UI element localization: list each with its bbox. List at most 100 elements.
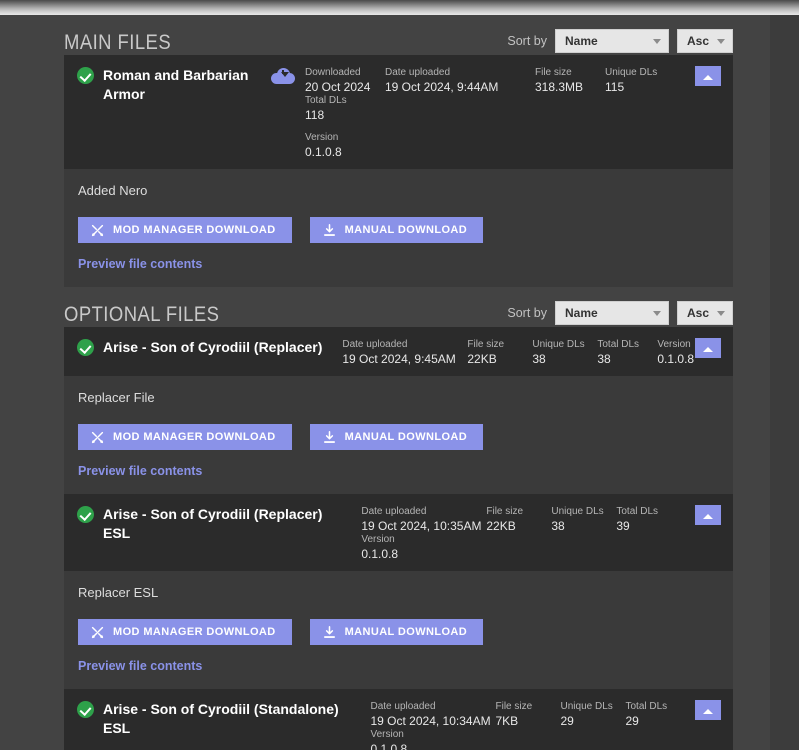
collapse-toggle-button[interactable] [695, 338, 721, 358]
preview-file-contents-link[interactable]: Preview file contents [78, 257, 717, 271]
download-icon [323, 625, 336, 639]
meta-version: Version 0.1.0.8 [361, 533, 416, 561]
sort-direction-value: Asc [687, 306, 710, 320]
meta-total-dls: Total DLs 29 [626, 700, 676, 728]
meta-label: Total DLs [597, 339, 640, 350]
cloud-download-icon [271, 68, 295, 86]
meta-value: 39 [616, 519, 630, 533]
meta-date-uploaded: Date uploaded 19 Oct 2024, 10:35AM [361, 505, 482, 533]
page-content: MAIN FILES Sort by Name Asc Roman and Barbar… [0, 15, 799, 750]
meta-total-dls: Total DLs 38 [597, 338, 647, 366]
preview-file-contents-link[interactable]: Preview file contents [78, 464, 717, 478]
meta-value: 115 [605, 80, 625, 94]
file-header-row[interactable]: Arise - Son of Cyrodiil (Replacer) ESL Da… [64, 494, 733, 571]
meta-value: 19 Oct 2024, 9:45AM [342, 352, 456, 366]
meta-file-size: File size 318.3MB [535, 66, 595, 94]
chevron-down-icon [717, 311, 725, 316]
mod-manager-download-button[interactable]: MOD MANAGER DOWNLOAD [78, 619, 292, 645]
chevron-down-icon [653, 39, 661, 44]
collapse-toggle-button[interactable] [695, 66, 721, 86]
collapse-toggle-button[interactable] [695, 505, 721, 525]
file-meta-grid: Downloaded 20 Oct 2024 Date uploaded 19 Oct… [305, 66, 705, 159]
mod-manager-download-button[interactable]: MOD MANAGER DOWNLOAD [78, 424, 292, 450]
meta-value: 19 Oct 2024, 9:44AM [385, 80, 499, 94]
meta-label: File size [486, 506, 524, 517]
meta-value: 19 Oct 2024, 10:35AM [361, 519, 482, 533]
sort-field-select[interactable]: Name [555, 301, 669, 325]
file-header-row[interactable]: Arise - Son of Cyrodiil (Replacer) Date u… [64, 327, 733, 376]
file-description: Replacer File [78, 390, 155, 405]
file-body: Added Nero MOD MANAGER DOWNLOAD MANUAL DOW… [64, 169, 733, 287]
sort-direction-select[interactable]: Asc [677, 301, 733, 325]
mod-manager-icon [91, 224, 104, 237]
chevron-down-icon [653, 311, 661, 316]
meta-unique-dls: Unique DLs 115 [605, 66, 658, 94]
file-description: Added Nero [78, 183, 148, 198]
sort-by-label: Sort by [507, 34, 547, 48]
section-header: OPTIONAL FILES Sort by Name Asc [64, 287, 733, 327]
meta-value: 318.3MB [535, 80, 584, 94]
browser-chrome-bar [0, 0, 799, 15]
meta-date-uploaded: Date uploaded 19 Oct 2024, 9:45AM [342, 338, 457, 366]
right-gutter [770, 15, 799, 750]
section-title: MAIN FILES [64, 31, 172, 54]
meta-label: Downloaded [305, 67, 361, 78]
chevron-down-icon [717, 39, 725, 44]
sort-field-select[interactable]: Name [555, 29, 669, 53]
sort-direction-select[interactable]: Asc [677, 29, 733, 53]
file-card: Arise - Son of Cyrodiil (Standalone) ESL… [64, 689, 733, 750]
meta-label: File size [535, 67, 572, 78]
preview-file-contents-link[interactable]: Preview file contents [78, 659, 717, 673]
file-header-row[interactable]: Arise - Son of Cyrodiil (Standalone) ESL… [64, 689, 733, 750]
meta-total-dls: Total DLs 39 [616, 505, 666, 533]
manual-download-button[interactable]: MANUAL DOWNLOAD [309, 424, 484, 450]
file-header-row[interactable]: Roman and Barbarian Armor Downloaded 20 Oc… [64, 55, 733, 169]
download-button-row: MOD MANAGER DOWNLOAD MANUAL DOWNLOAD [78, 424, 717, 450]
section-header: MAIN FILES Sort by Name Asc [64, 15, 733, 55]
section-title: OPTIONAL FILES [64, 303, 220, 326]
manual-label: MANUAL DOWNLOAD [344, 431, 468, 443]
meta-label: Unique DLs [605, 67, 658, 78]
mod-manager-icon [91, 431, 104, 444]
file-body: Replacer File MOD MANAGER DOWNLOAD MANUAL … [64, 376, 733, 494]
sort-by-label: Sort by [507, 306, 547, 320]
collapse-toggle-button[interactable] [695, 700, 721, 720]
file-meta-grid: Date uploaded 19 Oct 2024, 10:35AM File si… [361, 505, 723, 561]
meta-label: Date uploaded [385, 67, 451, 78]
file-meta-grid: Date uploaded 19 Oct 2024, 10:34AM File si… [371, 700, 724, 750]
meta-value: 29 [560, 714, 574, 728]
manual-download-button[interactable]: MANUAL DOWNLOAD [309, 217, 484, 243]
verified-check-icon [77, 506, 94, 523]
meta-label: Unique DLs [560, 701, 613, 712]
file-meta-grid: Date uploaded 19 Oct 2024, 9:45AM File siz… [342, 338, 723, 366]
meta-value: 19 Oct 2024, 10:34AM [370, 714, 491, 728]
meta-value: 22KB [486, 519, 516, 533]
sort-field-value: Name [565, 306, 598, 320]
meta-value: 29 [625, 714, 639, 728]
meta-file-size: File size 22KB [467, 338, 522, 366]
meta-label: Unique DLs [532, 339, 585, 350]
meta-label: File size [495, 701, 533, 712]
verified-check-icon [77, 701, 94, 718]
download-button-row: MOD MANAGER DOWNLOAD MANUAL DOWNLOAD [78, 619, 717, 645]
manual-label: MANUAL DOWNLOAD [344, 224, 468, 236]
meta-downloaded: Downloaded 20 Oct 2024 [305, 66, 375, 94]
meta-value: 38 [551, 519, 565, 533]
meta-label: Total DLs [305, 95, 347, 106]
mod-manager-label: MOD MANAGER DOWNLOAD [113, 626, 276, 638]
meta-value: 7KB [495, 714, 519, 728]
meta-date-uploaded: Date uploaded 19 Oct 2024, 9:44AM [385, 66, 525, 94]
meta-value: 0.1.0.8 [361, 547, 399, 561]
sort-controls: Sort by Name Asc [507, 301, 733, 327]
meta-version: Version 0.1.0.8 [371, 728, 426, 750]
file-card: Arise - Son of Cyrodiil (Replacer) Date u… [64, 327, 733, 494]
meta-label: Date uploaded [370, 701, 436, 712]
meta-value: 20 Oct 2024 [305, 80, 371, 94]
file-card: Roman and Barbarian Armor Downloaded 20 Oc… [64, 55, 733, 287]
arrow-head [281, 72, 289, 77]
meta-label: File size [467, 339, 505, 350]
mod-manager-download-button[interactable]: MOD MANAGER DOWNLOAD [78, 217, 292, 243]
manual-download-button[interactable]: MANUAL DOWNLOAD [309, 619, 484, 645]
download-icon [323, 430, 336, 444]
meta-value: 0.1.0.8 [305, 145, 342, 159]
